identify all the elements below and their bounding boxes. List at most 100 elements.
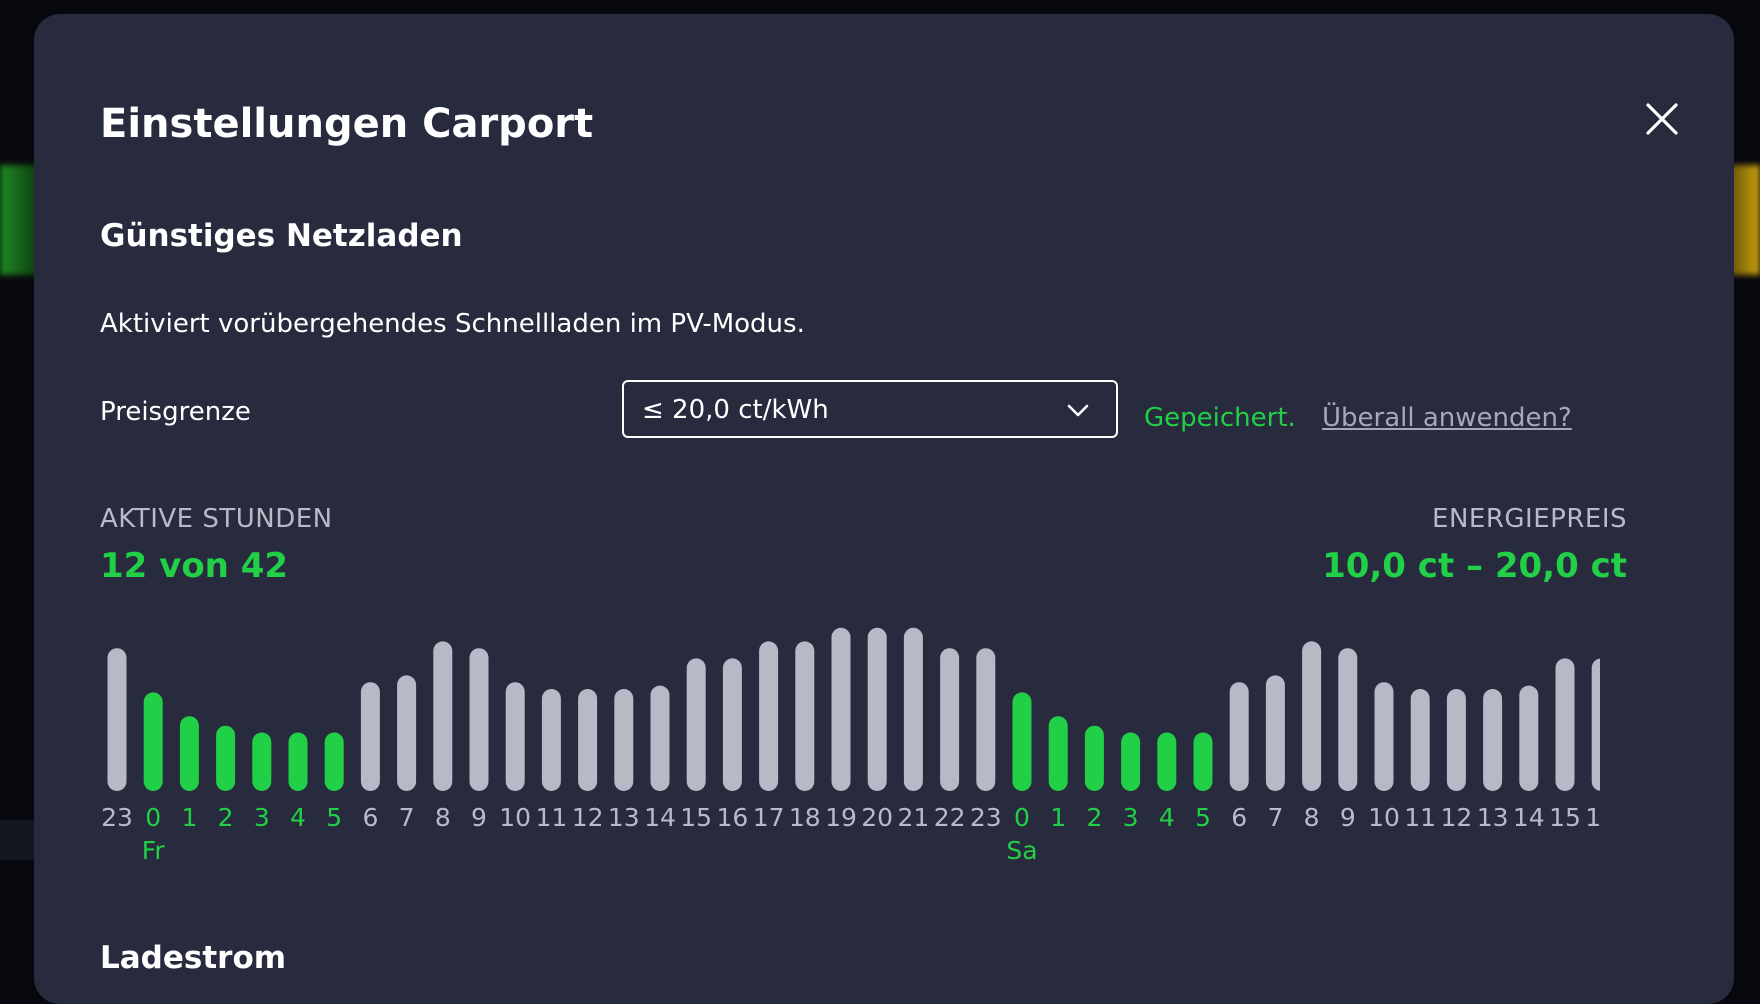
tick-label-22: 21 — [897, 803, 929, 832]
tick-label-2: 1 — [181, 803, 197, 832]
tick-label-35: 10 — [1368, 803, 1400, 832]
bar-hour-17 — [722, 658, 742, 791]
bar-hour-18 — [759, 641, 779, 791]
bar-hour-35 — [1374, 682, 1394, 791]
tick-label-21: 20 — [861, 803, 893, 832]
tick-label-28: 3 — [1123, 803, 1139, 832]
settings-dialog: Einstellungen Carport Günstiges Netzlade… — [34, 14, 1734, 1004]
bar-hour-3 — [216, 725, 236, 791]
tick-label-26: 1 — [1050, 803, 1066, 832]
apply-everywhere-link[interactable]: Überall anwenden? — [1322, 398, 1572, 438]
bar-hour-36 — [1410, 689, 1430, 791]
tick-label-6: 5 — [326, 803, 342, 832]
tick-label-5: 4 — [290, 803, 306, 832]
tick-label-31: 6 — [1231, 803, 1247, 832]
tick-label-19: 18 — [789, 803, 821, 832]
day-label-Fr: Fr — [142, 836, 166, 864]
bar-hour-13 — [578, 689, 598, 791]
bar-hour-12 — [541, 689, 561, 791]
bar-hour-16 — [686, 658, 706, 791]
bar-hour-10 — [469, 648, 489, 791]
tick-label-32: 7 — [1267, 803, 1283, 832]
bar-hour-31 — [1229, 682, 1249, 791]
active-hours-value: 12 von 42 — [100, 546, 289, 586]
bar-hour-15 — [650, 685, 670, 791]
tick-label-38: 13 — [1477, 803, 1509, 832]
bar-hour-1 — [143, 692, 163, 791]
bar-hour-2 — [179, 716, 199, 791]
chevron-down-icon — [1067, 404, 1089, 417]
active-hours-label: AKTIVE STUNDEN — [100, 504, 333, 534]
close-icon — [1646, 103, 1678, 135]
bar-hour-32 — [1265, 675, 1285, 791]
tick-label-3: 2 — [218, 803, 234, 832]
bar-hour-41 — [1591, 658, 1600, 791]
bar-hour-24 — [976, 648, 996, 791]
tick-label-33: 8 — [1304, 803, 1320, 832]
bar-hour-7 — [360, 682, 380, 791]
tick-label-13: 12 — [572, 803, 604, 832]
tick-label-37: 12 — [1440, 803, 1472, 832]
tick-label-24: 23 — [970, 803, 1002, 832]
tick-label-15: 14 — [644, 803, 676, 832]
tick-label-39: 14 — [1513, 803, 1545, 832]
tick-label-16: 15 — [680, 803, 712, 832]
saved-status: Gepeichert. — [1144, 403, 1296, 433]
bar-hour-14 — [614, 689, 634, 791]
dialog-title: Einstellungen Carport — [100, 101, 594, 147]
tick-label-18: 17 — [753, 803, 785, 832]
bar-hour-25 — [1012, 692, 1032, 791]
bar-hour-37 — [1446, 689, 1466, 791]
hourly-price-bar-chart: 23 0 1 2 3 4 5 6 7 8 9 10 11 12 13 14 15 16 17 18 19 20 21 22 23… — [101, 627, 1600, 864]
energy-price-value: 10,0 ct – 20,0 ct — [1322, 546, 1627, 586]
energy-price-label: ENERGIEPREIS — [1432, 504, 1627, 534]
bar-hour-28 — [1121, 732, 1141, 791]
tick-label-14: 13 — [608, 803, 640, 832]
price-limit-value: ≤ 20,0 ct/kWh — [642, 395, 829, 425]
bar-hour-21 — [867, 627, 887, 791]
price-limit-select[interactable]: ≤ 20,0 ct/kWh — [622, 380, 1118, 438]
tick-label-34: 9 — [1340, 803, 1356, 832]
bar-hour-20 — [831, 627, 851, 791]
bar-hour-39 — [1519, 685, 1539, 791]
bar-hour-30 — [1193, 732, 1213, 791]
bar-hour-29 — [1157, 732, 1177, 791]
bar-hour-4 — [252, 732, 272, 791]
tick-label-36: 11 — [1404, 803, 1436, 832]
bar-hour-40 — [1555, 658, 1575, 791]
bar-hour-34 — [1338, 648, 1358, 791]
section-title-charging-current: Ladestrom — [100, 940, 287, 976]
tick-label-25: 0 — [1014, 803, 1030, 832]
bar-hour-33 — [1302, 641, 1322, 791]
bar-hour-38 — [1483, 689, 1503, 791]
tick-label-27: 2 — [1086, 803, 1102, 832]
bar-hour-23 — [940, 648, 960, 791]
bar-hour-9 — [433, 641, 453, 791]
tick-label-41: 16 — [1585, 803, 1600, 832]
tick-label-30: 5 — [1195, 803, 1211, 832]
bar-hour-6 — [324, 732, 344, 791]
bar-hour-5 — [288, 732, 308, 791]
tick-label-12: 11 — [535, 803, 567, 832]
tick-label-29: 4 — [1159, 803, 1175, 832]
tick-label-20: 19 — [825, 803, 857, 832]
tick-label-10: 9 — [471, 803, 487, 832]
price-limit-label: Preisgrenze — [100, 397, 251, 427]
bar-hour-27 — [1084, 725, 1104, 791]
tick-label-23: 22 — [934, 803, 966, 832]
tick-label-1: 0 — [145, 803, 161, 832]
section-description: Aktiviert vorübergehendes Schnellladen i… — [100, 309, 805, 339]
bar-hour-19 — [795, 641, 815, 791]
tick-label-0: 23 — [101, 803, 133, 832]
day-label-Sa: Sa — [1006, 836, 1037, 864]
close-button[interactable] — [1632, 89, 1692, 149]
bar-hour-26 — [1048, 716, 1068, 791]
section-title-cheap-charging: Günstiges Netzladen — [100, 218, 463, 254]
tick-label-8: 7 — [399, 803, 415, 832]
tick-label-4: 3 — [254, 803, 270, 832]
tick-label-9: 8 — [435, 803, 451, 832]
bar-hour-8 — [397, 675, 417, 791]
tick-label-7: 6 — [362, 803, 378, 832]
tick-label-17: 16 — [716, 803, 748, 832]
bar-hour-0 — [107, 648, 127, 791]
